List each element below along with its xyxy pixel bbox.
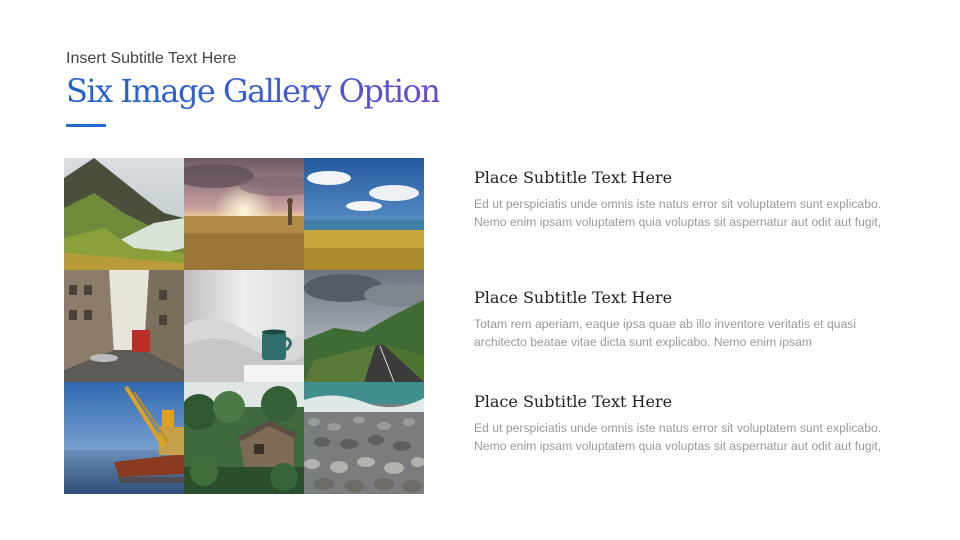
text-block-3: Place Subtitle Text Here Ed ut perspicia… <box>474 392 894 455</box>
text-block-body: Ed ut perspiciatis unde omnis iste natus… <box>474 421 882 453</box>
gallery-photo-mountain-road[interactable] <box>304 270 424 382</box>
gallery-photo-mountain-coast[interactable] <box>64 158 184 270</box>
text-block-heading: Place Subtitle Text Here <box>474 288 673 307</box>
slide-title: Six Image Gallery Option <box>66 72 441 110</box>
text-block-1: Place Subtitle Text Here Ed ut perspicia… <box>474 168 894 231</box>
gallery-photo-coffee-cup[interactable] <box>184 270 304 382</box>
title-accent-bar <box>66 124 106 127</box>
gallery-photo-sunset-field[interactable] <box>184 158 304 270</box>
gallery-photo-harbor-ship[interactable] <box>64 382 184 494</box>
gallery-photo-city-street[interactable] <box>64 270 184 382</box>
text-block-heading: Place Subtitle Text Here <box>474 168 673 187</box>
text-block-heading: Place Subtitle Text Here <box>474 392 673 411</box>
gallery-photo-pebble-beach[interactable] <box>304 382 424 494</box>
slide-subtitle: Insert Subtitle Text Here <box>66 50 237 67</box>
text-block-body: Totam rem aperiam, eaque ipsa quae ab il… <box>474 317 857 349</box>
text-block-2: Place Subtitle Text Here Totam rem aperi… <box>474 288 894 351</box>
text-block-body: Ed ut perspiciatis unde omnis iste natus… <box>474 197 882 229</box>
gallery-photo-jungle-house[interactable] <box>184 382 304 494</box>
gallery-photo-coastal-grass[interactable] <box>304 158 424 270</box>
image-gallery <box>64 158 424 494</box>
